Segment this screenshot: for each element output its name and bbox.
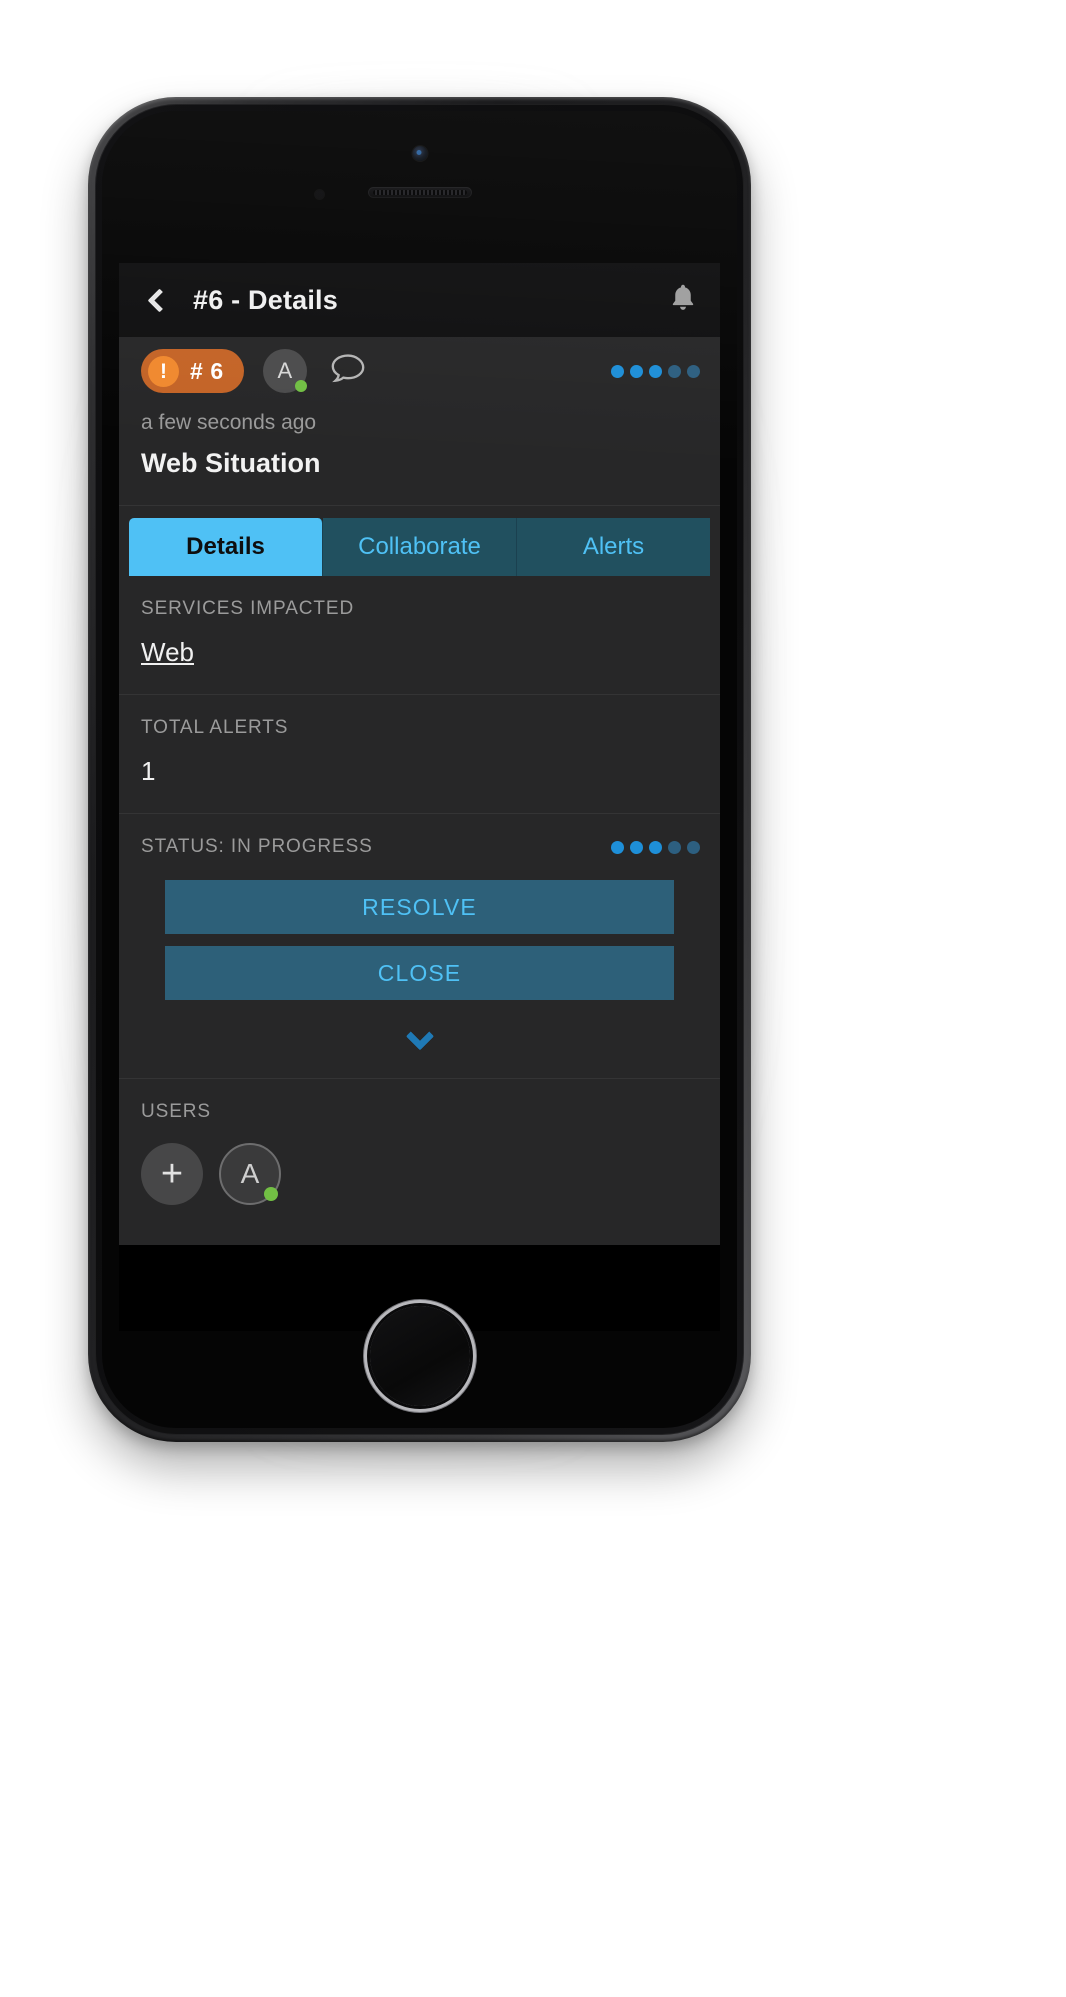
total-alerts-label: TOTAL ALERTS <box>141 717 289 738</box>
progress-dots-status <box>611 840 700 854</box>
chat-bubble-icon[interactable] <box>329 352 367 391</box>
section-users: USERS + A <box>119 1078 720 1245</box>
tab-collaborate[interactable]: Collaborate <box>323 518 517 576</box>
expand-status-button[interactable] <box>119 1016 720 1078</box>
status-actions: RESOLVE CLOSE <box>119 858 720 1016</box>
earpiece-speaker <box>367 187 472 198</box>
users-label: USERS <box>141 1101 211 1122</box>
online-status-dot <box>264 1187 278 1201</box>
tab-alerts[interactable]: Alerts <box>517 518 710 576</box>
progress-dot-dim <box>687 840 700 854</box>
navigation-bar: #6 - Details <box>119 263 720 337</box>
user-avatar-initial: A <box>240 1158 260 1189</box>
chevron-left-icon <box>146 287 172 313</box>
services-impacted-label: SERVICES IMPACTED <box>141 598 355 619</box>
status-label: STATUS: IN PROGRESS <box>141 836 373 857</box>
section-total-alerts: TOTAL ALERTS 1 <box>119 695 720 814</box>
phone-screen: #6 - Details ! # 6 A a few seconds ago W… <box>119 263 720 1331</box>
bottom-bezel <box>102 1303 737 1428</box>
progress-dot-dim <box>668 840 681 854</box>
progress-dot-dim <box>668 364 681 378</box>
page-title: #6 - Details <box>193 284 338 315</box>
progress-dot-filled <box>630 364 643 378</box>
incident-id-badge[interactable]: ! # 6 <box>141 349 244 393</box>
total-alerts-value: 1 <box>141 756 156 786</box>
status-header: STATUS: IN PROGRESS <box>119 814 720 858</box>
incident-meta: a few seconds ago Web Situation <box>119 405 720 506</box>
top-bezel <box>102 111 737 263</box>
screenshot-root: #6 - Details ! # 6 A a few seconds ago W… <box>0 0 1066 1997</box>
progress-dot-filled <box>630 840 643 854</box>
progress-dot-filled <box>649 364 662 378</box>
proximity-sensor-icon <box>315 190 324 199</box>
users-avatar-row: + A <box>141 1123 698 1205</box>
section-services-impacted: SERVICES IMPACTED Web <box>119 576 720 695</box>
phone-device: #6 - Details ! # 6 A a few seconds ago W… <box>88 97 751 1442</box>
progress-dots-header <box>611 364 700 378</box>
back-button[interactable] <box>139 278 179 322</box>
resolve-button[interactable]: RESOLVE <box>165 880 674 934</box>
incident-title: Web Situation <box>141 448 321 478</box>
exclamation-circle-icon: ! <box>148 355 179 387</box>
progress-dot-filled <box>611 840 624 854</box>
avatar[interactable]: A <box>262 349 307 393</box>
incident-badge-row: ! # 6 A <box>119 337 720 405</box>
progress-dot-filled <box>611 364 624 378</box>
home-button[interactable] <box>369 1306 470 1406</box>
chevron-down-icon <box>405 1022 434 1051</box>
service-link-web[interactable]: Web <box>141 620 194 668</box>
phone-face: #6 - Details ! # 6 A a few seconds ago W… <box>102 111 737 1428</box>
tab-bar: Details Collaborate Alerts <box>119 506 720 576</box>
avatar-initial: A <box>277 358 293 383</box>
online-status-dot <box>294 380 307 392</box>
section-status: STATUS: IN PROGRESS RESOLVE CLOSE <box>119 814 720 1078</box>
close-button[interactable]: CLOSE <box>165 946 674 1000</box>
front-camera-icon <box>412 146 427 161</box>
incident-timestamp: a few seconds ago <box>141 411 317 434</box>
tab-details[interactable]: Details <box>129 518 323 576</box>
tab-content-details: SERVICES IMPACTED Web TOTAL ALERTS 1 STA… <box>119 576 720 1331</box>
plus-icon: + <box>160 1153 184 1195</box>
bell-icon[interactable] <box>668 282 698 319</box>
incident-id-label: # 6 <box>190 357 224 384</box>
user-avatar[interactable]: A <box>219 1143 281 1205</box>
progress-dot-dim <box>687 364 700 378</box>
add-user-button[interactable]: + <box>141 1143 203 1205</box>
progress-dot-filled <box>649 840 662 854</box>
